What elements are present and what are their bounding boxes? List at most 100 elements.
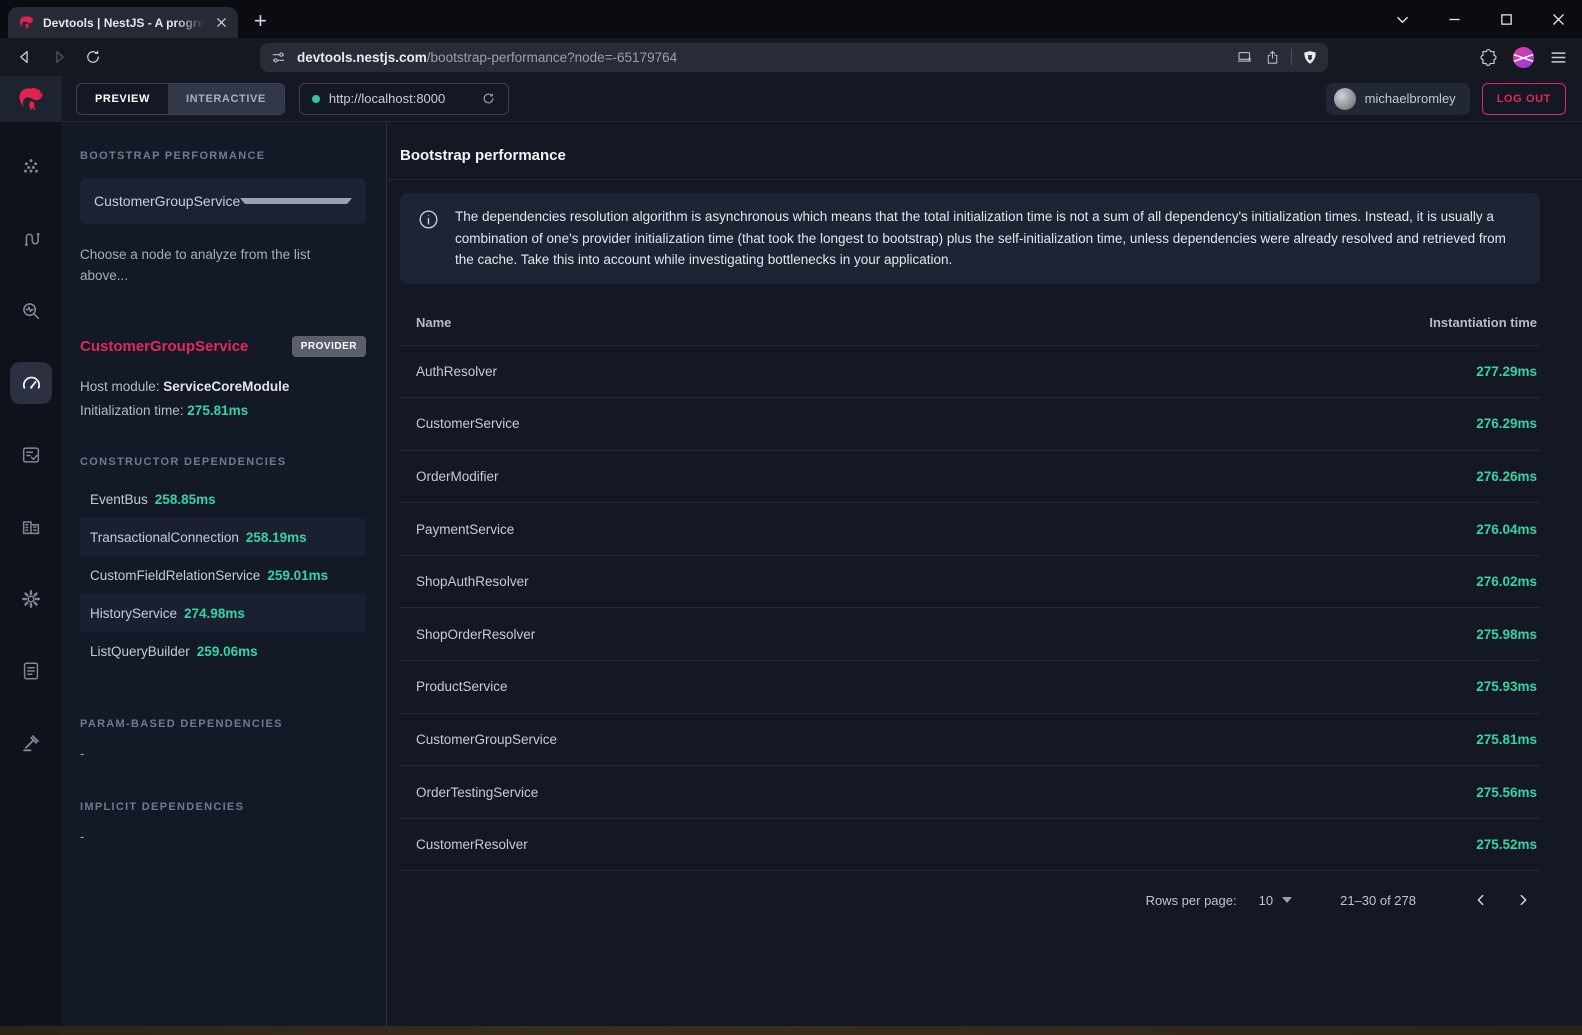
rows-per-page-label: Rows per page: — [1146, 893, 1237, 908]
table-pagination: Rows per page: 10 21–30 of 278 — [400, 871, 1540, 929]
dependency-item[interactable]: ListQueryBuilder 259.06ms — [80, 632, 366, 670]
column-instantiation-time: Instantiation time — [1429, 315, 1537, 330]
node-select-value: CustomerGroupService — [94, 193, 240, 209]
row-name: AuthResolver — [416, 364, 497, 379]
row-time: 275.52ms — [1476, 837, 1537, 852]
row-name: CustomerService — [416, 416, 520, 431]
user-avatar — [1334, 88, 1356, 110]
node-name: CustomerGroupService — [80, 338, 292, 355]
site-settings-icon[interactable] — [270, 49, 287, 66]
rows-per-page-value: 10 — [1259, 893, 1273, 908]
table-row[interactable]: PaymentService 276.04ms — [400, 503, 1540, 556]
mode-switch: PREVIEW INTERACTIVE — [76, 83, 285, 115]
dependency-name: TransactionalConnection — [90, 530, 239, 545]
target-url-field[interactable]: http://localhost:8000 — [299, 83, 509, 115]
page-title: Bootstrap performance — [387, 122, 1582, 164]
user-pill[interactable]: michaelbromley — [1326, 83, 1470, 115]
info-banner: The dependencies resolution algorithm is… — [400, 193, 1540, 284]
node-select[interactable]: CustomerGroupService — [80, 178, 366, 224]
username: michaelbromley — [1365, 91, 1456, 106]
dependency-item[interactable]: TransactionalConnection 258.19ms — [80, 518, 366, 556]
audits-icon[interactable] — [10, 434, 52, 476]
chevron-down-icon — [1282, 897, 1292, 903]
previous-page-icon[interactable] — [1464, 883, 1498, 917]
row-name: OrderModifier — [416, 469, 499, 484]
dependency-time: 259.06ms — [197, 644, 258, 659]
main-scroll: The dependencies resolution algorithm is… — [387, 180, 1582, 929]
table-row[interactable]: OrderTestingService 275.56ms — [400, 766, 1540, 819]
table-row[interactable]: ShopOrderResolver 275.98ms — [400, 608, 1540, 661]
table-row[interactable]: CustomerResolver 275.52ms — [400, 819, 1540, 872]
table-row[interactable]: ProductService 275.93ms — [400, 661, 1540, 714]
main-content: Bootstrap performance The dependencies r… — [387, 122, 1582, 1026]
dependency-item[interactable]: HistoryService 274.98ms — [80, 594, 366, 632]
table-row[interactable]: OrderModifier 276.26ms — [400, 451, 1540, 504]
desktop-wallpaper-strip — [0, 1026, 1582, 1035]
next-page-icon[interactable] — [1506, 883, 1540, 917]
close-icon[interactable] — [1544, 5, 1572, 33]
param-deps-title: PARAM-BASED DEPENDENCIES — [80, 718, 366, 730]
profile-avatar[interactable] — [1512, 46, 1535, 69]
tab-close-icon[interactable] — [212, 14, 230, 32]
node-header: CustomerGroupService PROVIDER — [80, 336, 366, 357]
browser-tab[interactable]: Devtools | NestJS - A progressive — [8, 7, 238, 38]
address-bar[interactable]: devtools.nestjs.com/bootstrap-performanc… — [260, 43, 1328, 72]
forward-icon[interactable] — [44, 42, 74, 72]
icon-rail — [0, 76, 62, 1026]
param-deps-empty: - — [80, 746, 366, 761]
implicit-deps-title: IMPLICIT DEPENDENCIES — [80, 801, 366, 813]
install-app-icon[interactable] — [1236, 48, 1254, 66]
new-tab-button[interactable]: + — [254, 8, 267, 34]
refresh-icon[interactable] — [481, 91, 496, 106]
preview-button[interactable]: PREVIEW — [77, 84, 168, 114]
app-right: PREVIEW INTERACTIVE http://localhost:800… — [62, 76, 1582, 1026]
row-time: 276.04ms — [1476, 522, 1537, 537]
logout-button[interactable]: LOG OUT — [1482, 83, 1566, 115]
app-header: PREVIEW INTERACTIVE http://localhost:800… — [62, 76, 1582, 122]
dependency-item[interactable]: CustomFieldRelationService 259.01ms — [80, 556, 366, 594]
dependency-item[interactable]: EventBus 258.85ms — [80, 480, 366, 518]
brave-shield-icon[interactable] — [1302, 49, 1318, 66]
inspector-icon[interactable] — [10, 290, 52, 332]
reload-icon[interactable] — [78, 42, 108, 72]
docs-icon[interactable] — [10, 650, 52, 692]
tab-search-icon[interactable] — [1388, 5, 1416, 33]
sandbox-icon[interactable] — [10, 722, 52, 764]
performance-icon[interactable] — [10, 362, 52, 404]
modules-icon[interactable] — [10, 506, 52, 548]
provider-badge: PROVIDER — [292, 336, 366, 357]
menu-icon[interactable] — [1549, 48, 1568, 67]
constructor-deps-title: CONSTRUCTOR DEPENDENCIES — [80, 456, 366, 468]
rows-per-page-select[interactable]: 10 — [1259, 893, 1292, 908]
graph-icon[interactable] — [10, 146, 52, 188]
back-icon[interactable] — [10, 42, 40, 72]
routes-icon[interactable] — [10, 218, 52, 260]
row-name: PaymentService — [416, 522, 514, 537]
row-time: 276.02ms — [1476, 574, 1537, 589]
host-module-line: Host module: ServiceCoreModule — [80, 379, 366, 394]
row-name: CustomerGroupService — [416, 732, 557, 747]
pagination-range: 21–30 of 278 — [1340, 893, 1416, 908]
info-icon — [418, 209, 439, 230]
table-row[interactable]: ShopAuthResolver 276.02ms — [400, 556, 1540, 609]
table-row[interactable]: AuthResolver 277.29ms — [400, 346, 1540, 399]
online-dot — [312, 95, 320, 103]
dependency-time: 274.98ms — [184, 606, 245, 621]
maximize-icon[interactable] — [1492, 5, 1520, 33]
nestjs-logo[interactable] — [0, 76, 62, 122]
minimize-icon[interactable] — [1440, 5, 1468, 33]
interactive-button[interactable]: INTERACTIVE — [168, 84, 284, 114]
row-name: OrderTestingService — [416, 785, 538, 800]
row-time: 275.81ms — [1476, 732, 1537, 747]
settings-icon[interactable] — [10, 578, 52, 620]
dependency-name: ListQueryBuilder — [90, 644, 190, 659]
table-row[interactable]: CustomerGroupService 275.81ms — [400, 714, 1540, 767]
desktop: Devtools | NestJS - A progressive + — [0, 0, 1582, 1035]
window-controls — [1388, 0, 1572, 38]
nestjs-favicon-icon — [18, 14, 35, 31]
table-row[interactable]: CustomerService 276.29ms — [400, 398, 1540, 451]
row-name: ShopAuthResolver — [416, 574, 529, 589]
extensions-icon[interactable] — [1479, 48, 1498, 67]
init-time-value: 275.81ms — [187, 403, 248, 418]
share-icon[interactable] — [1264, 49, 1281, 66]
